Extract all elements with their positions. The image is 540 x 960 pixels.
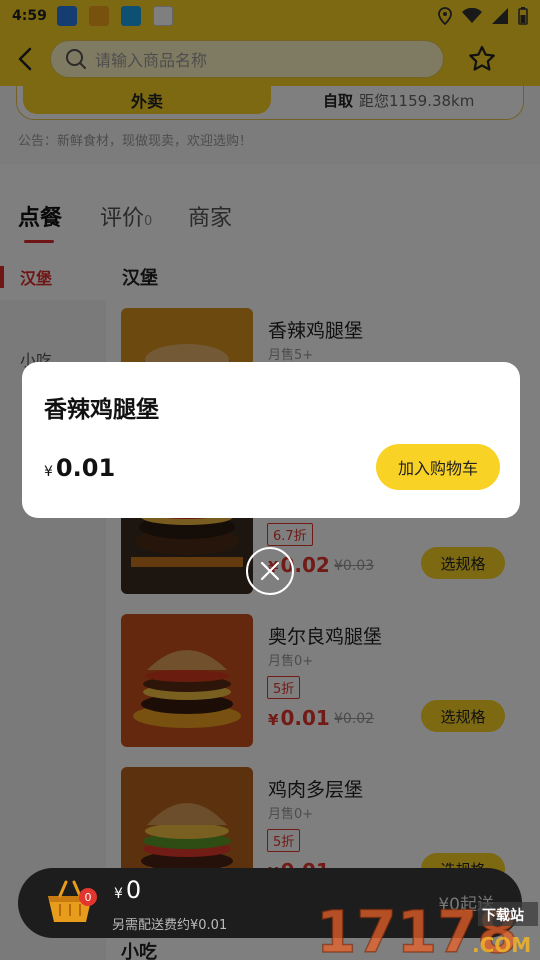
cart-total: ¥0 <box>114 876 141 904</box>
currency-symbol: ¥ <box>44 464 53 480</box>
close-icon <box>260 561 280 581</box>
popup-product-name: 香辣鸡腿堡 <box>44 397 159 423</box>
cart-count-badge: 0 <box>79 888 97 906</box>
cart-total-value: 0 <box>125 876 142 904</box>
close-popup-button[interactable] <box>246 547 294 595</box>
svg-text:.COM: .COM <box>472 933 531 957</box>
add-to-cart-button[interactable]: 加入购物车 <box>376 444 500 490</box>
popup-price-value: 0.01 <box>55 454 116 482</box>
delivery-fee-note: 另需配送费约¥0.01 <box>112 918 228 933</box>
popup-price: ¥0.01 <box>44 454 115 482</box>
svg-text:下载站: 下载站 <box>482 907 524 924</box>
product-popup: 香辣鸡腿堡 ¥0.01 加入购物车 <box>22 362 520 518</box>
currency-symbol: ¥ <box>114 886 123 902</box>
watermark-logo: 17178 .COM 下载站 <box>315 897 538 960</box>
